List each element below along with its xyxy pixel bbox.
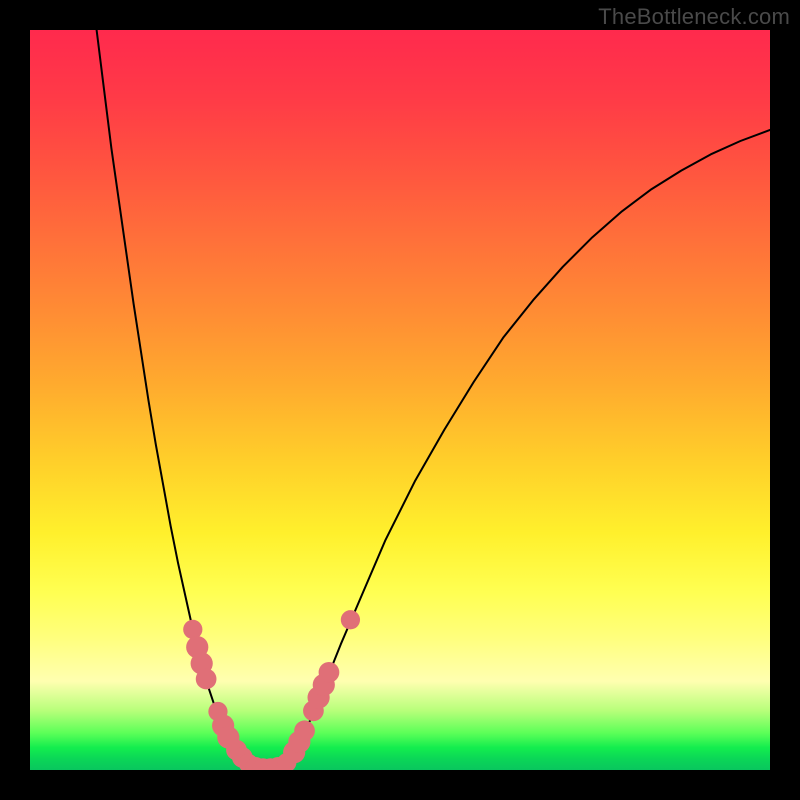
data-point xyxy=(319,662,340,683)
chart-frame: TheBottleneck.com xyxy=(0,0,800,800)
data-point xyxy=(183,620,202,639)
chart-plot-area xyxy=(30,30,770,770)
data-point xyxy=(196,669,217,690)
watermark-text: TheBottleneck.com xyxy=(598,4,790,30)
data-point xyxy=(341,610,360,629)
chart-svg-overlay xyxy=(30,30,770,770)
data-point xyxy=(294,720,315,741)
